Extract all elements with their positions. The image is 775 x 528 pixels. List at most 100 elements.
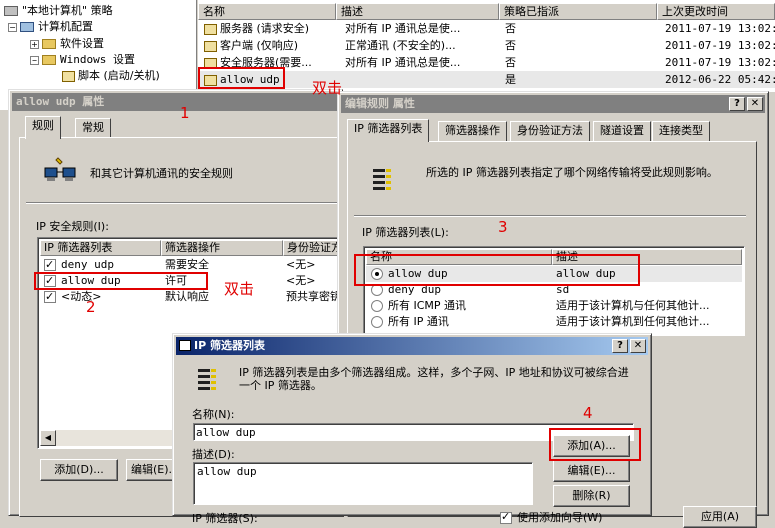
filter-name: allow dup: [388, 267, 448, 280]
rule-row-selected[interactable]: allow dup 许可 <无>: [44, 273, 340, 289]
policy-desc: 正常通讯 (不安全的)...: [345, 39, 456, 52]
rule-auth: <无>: [286, 258, 316, 271]
filter-list-label: IP 筛选器列表(L):: [362, 226, 449, 239]
col-header-filter-list[interactable]: IP 筛选器列表: [40, 240, 161, 256]
rule-filter-list: allow dup: [61, 274, 121, 287]
collapse-icon[interactable]: −: [8, 22, 17, 32]
policy-row[interactable]: 安全服务器(需要... 对所有 IP 通讯总是使... 否 2011-07-19…: [198, 54, 775, 71]
rules-intro: 和其它计算机通讯的安全规则: [90, 167, 233, 180]
filter-dialog-intro: IP 筛选器列表是由多个筛选器组成。这样，多个子网、IP 地址和协议可被综合进一…: [239, 366, 629, 392]
tree-root-label: "本地计算机" 策略: [22, 4, 113, 17]
filter-radio[interactable]: [371, 316, 383, 328]
tab-rules[interactable]: 规则: [25, 116, 61, 139]
desc-field[interactable]: allow dup: [193, 462, 533, 505]
use-wizard-checkbox[interactable]: 使用添加向导(W): [500, 509, 602, 525]
col-header-auth[interactable]: 身份验证方: [283, 240, 341, 256]
rule-action: 许可: [165, 274, 187, 287]
divider: [26, 202, 341, 204]
expand-icon[interactable]: +: [30, 39, 39, 49]
filter-radio[interactable]: [371, 300, 383, 312]
desc-label: 描述(D):: [192, 448, 235, 461]
scroll-left-icon[interactable]: ◀: [40, 430, 56, 446]
folder-open-icon: [42, 55, 56, 65]
edit-filter-button[interactable]: 编辑(E)...: [553, 460, 630, 482]
filter-row[interactable]: 所有 ICMP 通讯 适用于该计算机与任何其他计...: [366, 298, 742, 314]
tab-connection-type[interactable]: 连接类型: [652, 121, 710, 141]
policy-icon: [204, 74, 217, 86]
tab-filter-action[interactable]: 筛选器操作: [438, 121, 507, 141]
apply-button[interactable]: 应用(A): [683, 506, 757, 528]
rule-action: 需要安全: [165, 258, 209, 271]
col-header-name[interactable]: 名称: [198, 3, 336, 20]
tab-auth-methods[interactable]: 身份验证方法: [510, 121, 590, 141]
tab-ip-filter-list[interactable]: IP 筛选器列表: [347, 119, 430, 142]
col-header-name[interactable]: 名称: [366, 249, 552, 265]
tab-general[interactable]: 常规: [75, 118, 111, 138]
rule-checkbox[interactable]: [44, 289, 56, 305]
filter-desc: allow dup: [556, 267, 616, 280]
policy-row-selected[interactable]: allow udp 是 2012-06-22 05:42:2: [198, 71, 775, 88]
close-icon[interactable]: ✕: [747, 97, 763, 111]
help-icon[interactable]: ?: [612, 339, 628, 353]
policy-list: 名称 描述 策略已指派 上次更改时间 服务器 (请求安全) 对所有 IP 通讯总…: [198, 0, 775, 92]
filter-row[interactable]: deny dup sd: [366, 282, 742, 298]
tree-software-settings[interactable]: + 软件设置: [30, 36, 104, 52]
ip-rules-label: IP 安全规则(I):: [36, 220, 109, 233]
col-header-filter-action[interactable]: 筛选器操作: [161, 240, 283, 256]
col-header-changed[interactable]: 上次更改时间: [657, 3, 775, 20]
filter-list-intro: 所选的 IP 筛选器列表指定了哪个网络传输将受此规则影响。: [426, 166, 718, 179]
tree-computer-config-label: 计算机配置: [38, 20, 93, 33]
policy-assigned: 是: [505, 73, 516, 86]
filters-label: IP 筛选器(S):: [192, 512, 258, 525]
policy-name: 服务器 (请求安全): [220, 22, 310, 35]
filter-dialog-title: IP 筛选器列表 ? ✕: [176, 337, 648, 355]
filter-radio[interactable]: [371, 284, 383, 296]
tree-computer-config[interactable]: − 计算机配置: [8, 19, 93, 35]
edit-rule-title-text: 编辑规则 属性: [345, 97, 415, 110]
policy-name: 安全服务器(需要...: [220, 56, 312, 69]
ip-filter-icon: [198, 369, 218, 395]
tree-root[interactable]: "本地计算机" 策略: [4, 3, 113, 19]
policy-icon: [4, 6, 18, 16]
policy-name: allow udp: [220, 73, 280, 86]
rule-auth: <无>: [286, 274, 316, 287]
tab-tunnel[interactable]: 隧道设置: [593, 121, 651, 141]
ip-filter-list-dialog: IP 筛选器列表 ? ✕ IP 筛选器列表是由多个筛选器组成。这样，多个子网、I…: [172, 333, 652, 525]
close-icon[interactable]: ✕: [630, 339, 646, 353]
window-icon: [179, 340, 191, 351]
col-header-desc[interactable]: 描述: [336, 3, 499, 20]
filter-row-selected[interactable]: allow dup allow dup: [366, 266, 742, 282]
filter-name: 所有 IP 通讯: [388, 315, 449, 328]
rule-action: 默认响应: [165, 290, 209, 303]
rule-checkbox[interactable]: [44, 273, 56, 289]
policy-row[interactable]: 服务器 (请求安全) 对所有 IP 通讯总是使... 否 2011-07-19 …: [198, 20, 775, 37]
add-rule-button[interactable]: 添加(D)...: [40, 459, 118, 481]
edit-rule-title: 编辑规则 属性 ? ✕: [341, 95, 765, 113]
filter-row[interactable]: 所有 IP 通讯 适用于该计算机到任何其他计...: [366, 314, 742, 330]
filter-name: 所有 ICMP 通讯: [388, 299, 467, 312]
annotation-number-4: 4: [583, 404, 593, 422]
filter-listbox[interactable]: 名称 描述 allow dup allow dup deny dup sd 所有…: [363, 246, 745, 336]
col-header-desc[interactable]: 描述: [552, 249, 742, 265]
filter-name: deny dup: [388, 283, 441, 296]
tree-software-settings-label: 软件设置: [60, 37, 104, 50]
annotation-doubleclick-1: 双击: [312, 79, 343, 97]
help-icon[interactable]: ?: [729, 97, 745, 111]
rule-row[interactable]: deny udp 需要安全 <无>: [44, 257, 340, 273]
collapse-icon[interactable]: −: [30, 55, 39, 65]
tree-scripts[interactable]: 脚本 (启动/关机): [62, 68, 160, 84]
col-header-assigned[interactable]: 策略已指派: [499, 3, 657, 20]
network-icon: [44, 157, 76, 181]
filter-radio[interactable]: [371, 268, 383, 280]
policy-assigned: 否: [505, 56, 516, 69]
wizard-checkbox[interactable]: [500, 510, 512, 524]
rule-checkbox[interactable]: [44, 257, 56, 273]
tree-windows-settings-label: Windows 设置: [60, 53, 135, 66]
remove-filter-button[interactable]: 删除(R): [553, 485, 630, 507]
tree-windows-settings[interactable]: − Windows 设置: [30, 52, 135, 68]
policy-desc: 对所有 IP 通讯总是使...: [345, 22, 461, 35]
add-filter-button[interactable]: 添加(A)...: [553, 435, 630, 457]
policy-row[interactable]: 客户端 (仅响应) 正常通讯 (不安全的)... 否 2011-07-19 13…: [198, 37, 775, 54]
policy-changed: 2011-07-19 13:02:2: [665, 56, 775, 69]
filter-desc: 适用于该计算机到任何其他计...: [556, 315, 710, 328]
